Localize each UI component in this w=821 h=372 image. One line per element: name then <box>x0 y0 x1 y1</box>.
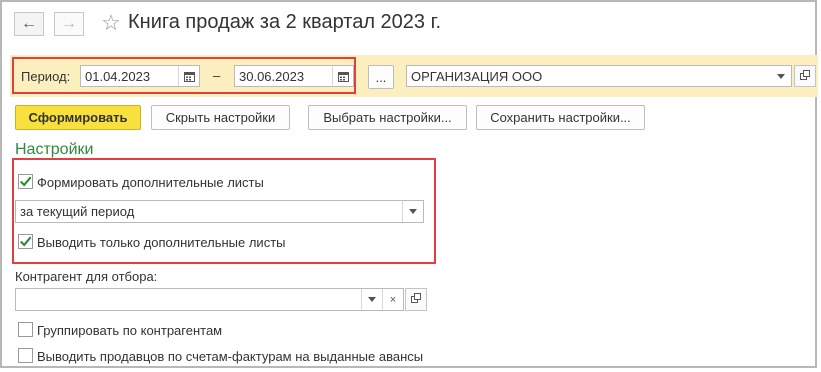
period-label: Период: <box>21 69 71 84</box>
open-organization-button[interactable] <box>794 65 816 87</box>
date-separator: – <box>213 68 221 83</box>
star-icon[interactable]: ☆ <box>98 10 124 36</box>
arrow-right-icon: → <box>61 15 77 32</box>
save-settings-button[interactable]: Сохранить настройки... <box>476 105 645 130</box>
page-title: Книга продаж за 2 квартал 2023 г. <box>128 11 441 33</box>
chevron-down-icon[interactable] <box>771 66 791 86</box>
only-additional-sheets-checkbox[interactable] <box>18 234 33 249</box>
sellers-by-invoices-checkbox[interactable] <box>18 348 33 363</box>
date-from-value: 01.04.2023 <box>85 68 151 84</box>
clear-icon[interactable]: × <box>382 289 403 310</box>
date-from-field[interactable]: 01.04.2023 <box>80 65 200 87</box>
form-additional-sheets-checkbox[interactable] <box>18 174 33 189</box>
organization-field[interactable]: ОРГАНИЗАЦИЯ ООО <box>406 65 792 87</box>
period-type-select[interactable]: за текущий период <box>15 200 424 223</box>
group-by-counterparty-checkbox[interactable] <box>18 322 33 337</box>
settings-title: Настройки <box>15 141 94 158</box>
date-to-field[interactable]: 30.06.2023 <box>234 65 354 87</box>
counterparty-field[interactable]: × <box>15 288 404 311</box>
choose-settings-button[interactable]: Выбрать настройки... <box>308 105 467 130</box>
counterparty-label: Контрагент для отбора: <box>15 269 158 284</box>
forward-button[interactable]: → <box>54 12 84 36</box>
open-window-icon <box>800 69 810 83</box>
form-additional-sheets-label: Формировать дополнительные листы <box>37 175 264 190</box>
period-type-value: за текущий период <box>20 204 135 219</box>
arrow-left-icon: ← <box>21 15 37 32</box>
group-by-counterparty-label: Группировать по контрагентам <box>37 323 223 338</box>
date-to-value: 30.06.2023 <box>239 68 305 84</box>
organization-value: ОРГАНИЗАЦИЯ ООО <box>411 68 543 84</box>
chevron-down-icon[interactable] <box>361 289 382 310</box>
hide-settings-button[interactable]: Скрыть настройки <box>151 105 290 130</box>
calendar-icon[interactable] <box>178 66 199 86</box>
checkmark-icon <box>19 176 32 187</box>
only-additional-sheets-label: Выводить только дополнительные листы <box>37 235 286 250</box>
chevron-down-icon[interactable] <box>402 201 423 222</box>
report-window: ← → ☆ Книга продаж за 2 квартал 2023 г. … <box>0 0 818 368</box>
back-button[interactable]: ← <box>14 12 44 36</box>
checkmark-icon <box>19 236 32 247</box>
calendar-icon[interactable] <box>332 66 353 86</box>
open-window-icon <box>411 293 421 306</box>
open-counterparty-button[interactable] <box>405 288 427 311</box>
generate-button[interactable]: Сформировать <box>15 105 141 130</box>
sellers-by-invoices-label: Выводить продавцов по счетам-фактурам на… <box>37 349 424 364</box>
period-selection-button[interactable]: ... <box>368 65 394 89</box>
